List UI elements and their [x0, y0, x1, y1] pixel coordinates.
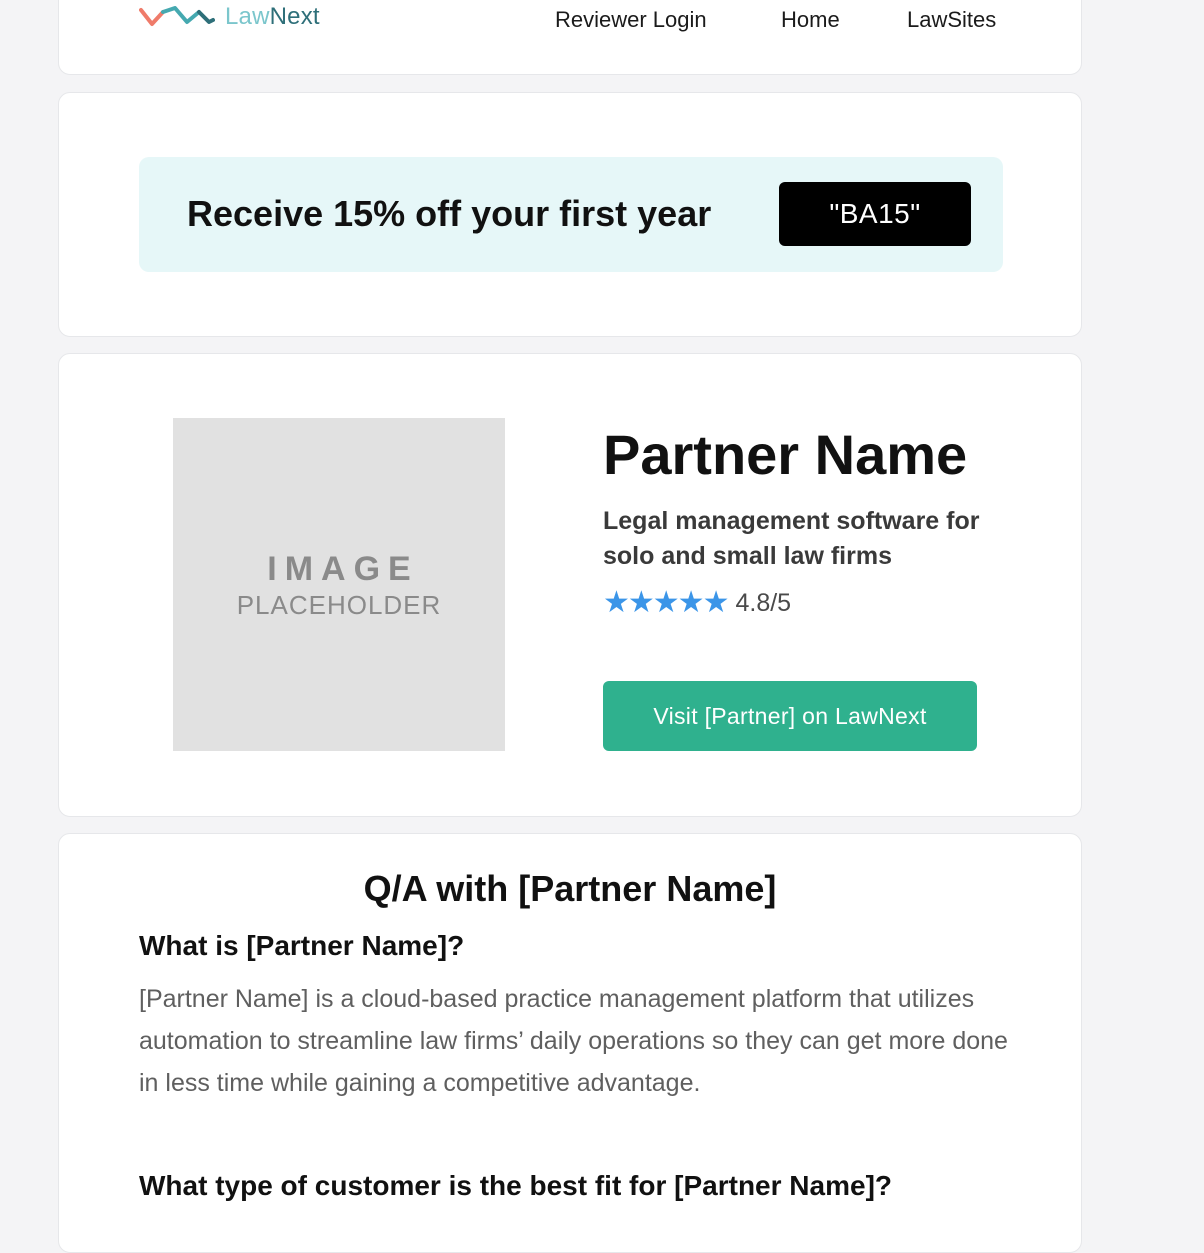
main-nav: Reviewer Login Home LawSites [59, 7, 1081, 37]
qa-question: What is [Partner Name]? [139, 930, 465, 961]
partner-name-title: Partner Name [603, 423, 968, 486]
nav-lawsites[interactable]: LawSites [907, 7, 996, 33]
promo-text: Receive 15% off your first year [187, 193, 712, 234]
placeholder-label-main: IMAGE [267, 550, 419, 588]
partner-card: IMAGE PLACEHOLDER Partner Name Legal man… [58, 353, 1082, 817]
rating-value: 4.8/5 [735, 588, 792, 617]
qa-card: Q/A with [Partner Name] What is [Partner… [58, 833, 1082, 1253]
placeholder-label-sub: PLACEHOLDER [236, 590, 442, 620]
qa-answer: [Partner Name] is a cloud-based practice… [139, 985, 1008, 1097]
partner-description: Legal management software for solo and s… [603, 507, 980, 570]
promo-code-button[interactable]: "BA15" [779, 182, 971, 246]
qa-title: Q/A with [Partner Name] [363, 868, 777, 909]
partner-image-placeholder: IMAGE PLACEHOLDER [173, 418, 505, 751]
promo-card: Receive 15% off your first year "BA15" [58, 92, 1082, 337]
site-header: LawNext Reviewer Login Home LawSites [58, 0, 1082, 75]
nav-reviewer-login[interactable]: Reviewer Login [555, 7, 707, 33]
visit-partner-button[interactable]: Visit [Partner] on LawNext [603, 681, 977, 751]
partner-rating: ★★★★★ 4.8/5 [603, 588, 791, 618]
star-rating-icon: ★★★★★ [603, 586, 729, 619]
nav-home[interactable]: Home [781, 7, 840, 33]
qa-question: What type of customer is the best fit fo… [139, 1170, 892, 1201]
promo-banner: Receive 15% off your first year "BA15" [139, 157, 1003, 272]
